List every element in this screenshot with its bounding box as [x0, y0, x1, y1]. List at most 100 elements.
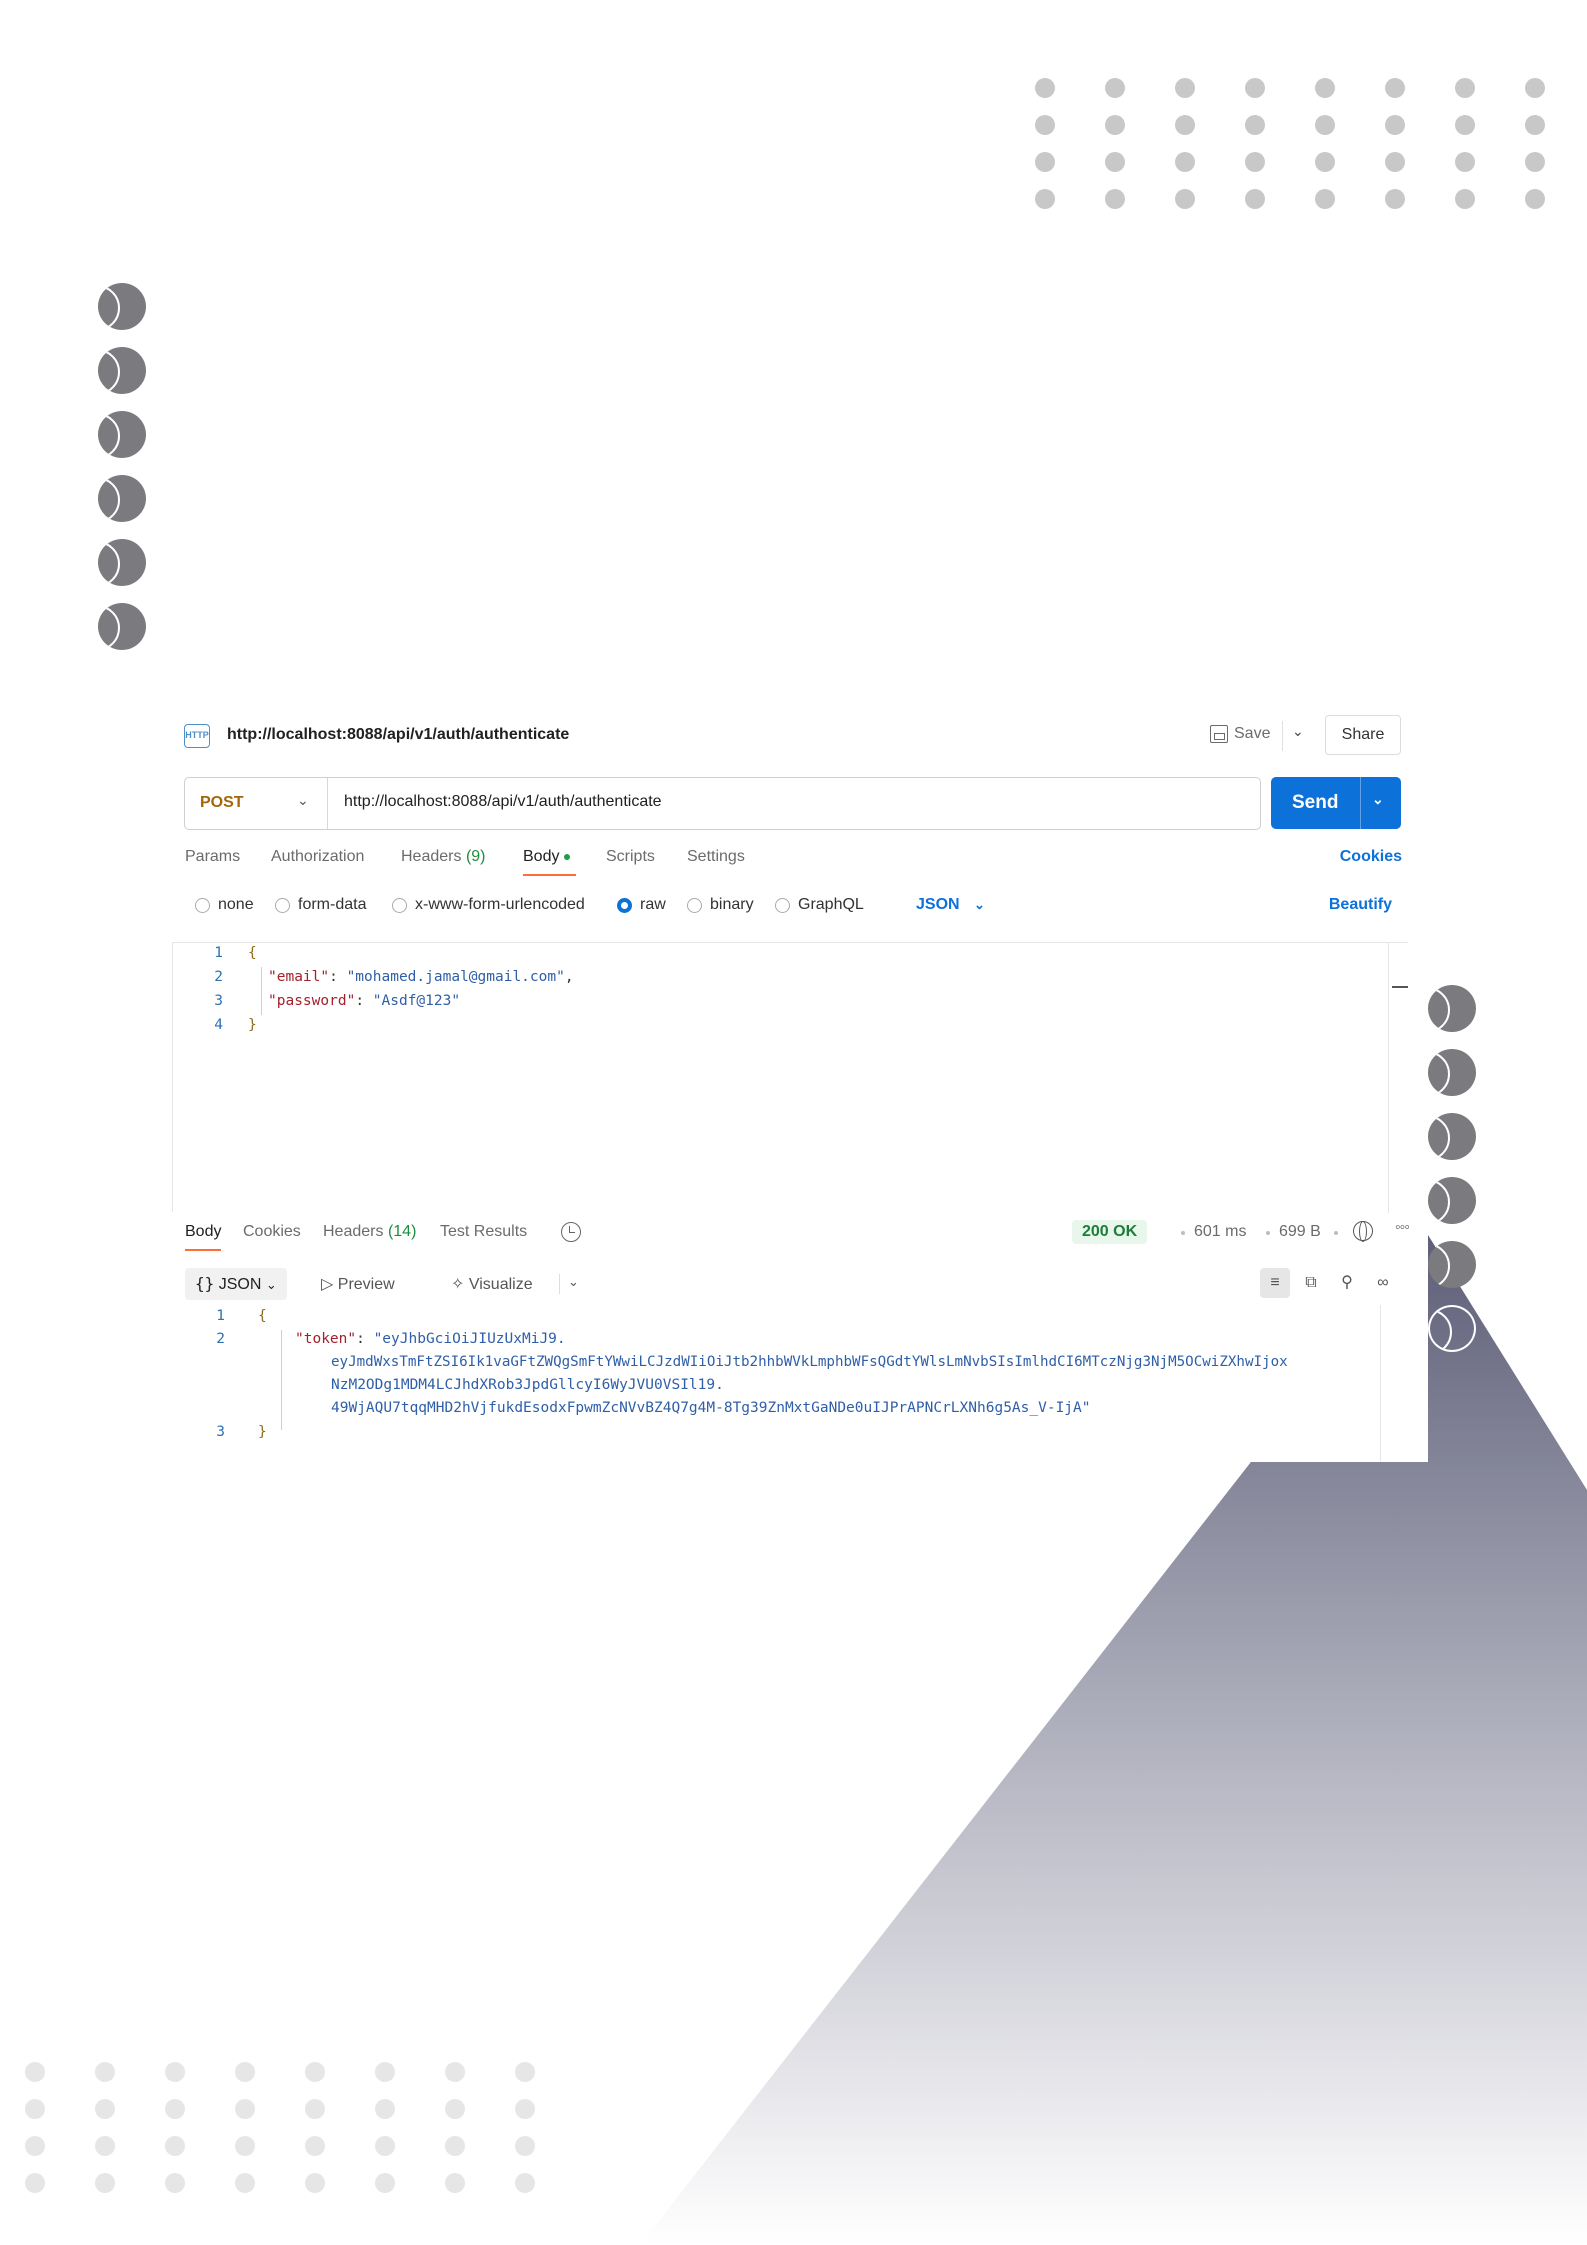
language-select[interactable]: JSON ⌄: [916, 896, 985, 914]
json-value-wrap: eyJmdWxsTmFtZSI6Ik1vaGFtZWQgSmFtYWwiLCJz…: [331, 1354, 1288, 1370]
moon-icon: [1428, 1241, 1476, 1288]
response-time[interactable]: 601 ms: [1194, 1223, 1246, 1241]
response-body-viewer[interactable]: 1 { 2 "token": "eyJhbGciOiJIUzUxMiJ9. ey…: [185, 1308, 1390, 1462]
method-select[interactable]: POST: [200, 794, 244, 812]
request-body-editor[interactable]: 1 { 2 "email": "mohamed.jamal@gmail.com"…: [172, 942, 1408, 1213]
tab-response-headers[interactable]: Headers (14): [323, 1223, 416, 1241]
code-text: }: [258, 1424, 267, 1440]
separator-dot: [1266, 1231, 1270, 1235]
radio-checked-icon: [617, 897, 632, 913]
json-key: "email": [268, 969, 330, 985]
code-line: eyJmdWxsTmFtZSI6Ik1vaGFtZWQgSmFtYWwiLCJz…: [185, 1354, 1390, 1378]
cookies-link[interactable]: Cookies: [1340, 848, 1402, 866]
response-tabs: Body Cookies Headers (14) Test Results 2…: [185, 1219, 1410, 1253]
response-format-select[interactable]: {} JSON ⌄: [185, 1268, 287, 1300]
chevron-down-icon[interactable]: ⌄: [1372, 791, 1384, 808]
code-line: 1 {: [185, 1308, 1390, 1332]
json-key: "token": [295, 1331, 357, 1347]
globe-icon[interactable]: [1353, 1221, 1373, 1242]
json-separator: :: [355, 993, 373, 1009]
json-key: "password": [268, 993, 356, 1009]
play-icon: ▷: [321, 1276, 334, 1293]
preview-button[interactable]: ▷ Preview: [321, 1274, 395, 1294]
tab-params[interactable]: Params: [185, 848, 240, 866]
radio-label: x-www-form-urlencoded: [415, 896, 585, 913]
chevron-down-icon[interactable]: ⌄: [568, 1274, 579, 1290]
beautify-button[interactable]: Beautify: [1329, 896, 1392, 914]
radio-x-www-form-urlencoded[interactable]: x-www-form-urlencoded: [392, 896, 585, 914]
json-value: "mohamed.jamal@gmail.com": [346, 969, 565, 985]
tab-body[interactable]: Body: [523, 848, 578, 876]
tab-headers-label: Headers: [401, 848, 462, 865]
moon-icon: [98, 603, 146, 650]
moon-icon: [1428, 1049, 1476, 1096]
response-toolbar: {} JSON ⌄ ▷ Preview ✧ Visualize ⌄ ≡ ⧉ ⚲ …: [185, 1268, 1404, 1302]
moon-column-right: [1428, 985, 1476, 1352]
tab-settings[interactable]: Settings: [687, 848, 745, 866]
radio-graphql[interactable]: GraphQL: [775, 896, 864, 914]
divider: [1282, 721, 1283, 751]
tab-body-label: Body: [523, 848, 560, 865]
tab-headers[interactable]: Headers (9): [401, 848, 486, 866]
moon-icon: [98, 283, 146, 330]
divider: [559, 1274, 560, 1294]
history-icon[interactable]: [561, 1222, 581, 1242]
radio-form-data[interactable]: form-data: [275, 896, 366, 914]
language-label: JSON: [916, 896, 960, 913]
search-icon[interactable]: ⚲: [1332, 1268, 1362, 1298]
separator-dot: [1181, 1231, 1185, 1235]
share-button[interactable]: Share: [1325, 715, 1401, 755]
chevron-down-icon[interactable]: ⌄: [297, 792, 309, 809]
line-number: 1: [214, 945, 223, 961]
radio-raw[interactable]: raw: [617, 896, 666, 914]
code-text: {: [248, 945, 257, 961]
visualize-icon: ✧: [451, 1276, 465, 1293]
more-options-icon[interactable]: ◦◦◦: [1395, 1219, 1410, 1237]
tab-response-body[interactable]: Body: [185, 1223, 222, 1251]
chevron-down-icon[interactable]: ⌄: [1292, 723, 1304, 740]
copy-icon[interactable]: ⧉: [1296, 1268, 1326, 1298]
json-value: "Asdf@123": [372, 993, 461, 1009]
radio-icon: [687, 897, 702, 913]
send-button[interactable]: Send ⌄: [1271, 777, 1401, 829]
radio-binary[interactable]: binary: [687, 896, 754, 914]
json-value-wrap: 49WjAQU7tqqMHD2hVjfukdEsodxFpwmZcNVvBZ4Q…: [331, 1400, 1091, 1416]
dot-grid-top: [1035, 78, 1545, 209]
tab-test-results[interactable]: Test Results: [440, 1223, 527, 1241]
url-input[interactable]: [344, 793, 1224, 811]
wrap-lines-icon[interactable]: ≡: [1260, 1268, 1290, 1298]
response-size[interactable]: 699 B: [1279, 1223, 1321, 1241]
moon-icon: [98, 539, 146, 586]
chevron-down-icon: ⌄: [974, 897, 985, 912]
json-value-wrap: NzM2ODg1MDM4LCJhdXRob3JpdGllcyI6WyJVU0VS…: [331, 1377, 724, 1393]
request-tab-title[interactable]: http://localhost:8088/api/v1/auth/authen…: [227, 726, 569, 744]
save-button[interactable]: Save: [1210, 725, 1270, 743]
radio-icon: [775, 897, 790, 913]
tab-authorization[interactable]: Authorization: [271, 848, 364, 866]
editor-scrollbar[interactable]: [1388, 943, 1408, 1213]
tab-scripts[interactable]: Scripts: [606, 848, 655, 866]
braces-icon: {}: [195, 1274, 215, 1293]
radio-label: form-data: [298, 896, 367, 913]
radio-none[interactable]: none: [195, 896, 254, 914]
radio-icon: [392, 897, 407, 913]
radio-label: none: [218, 896, 254, 913]
send-label: Send: [1292, 792, 1339, 813]
moon-icon: [98, 411, 146, 458]
moon-icon: [1428, 985, 1476, 1032]
json-value: "eyJhbGciOiJIUzUxMiJ9.: [373, 1331, 566, 1347]
radio-label: raw: [640, 896, 666, 913]
tab-response-cookies[interactable]: Cookies: [243, 1223, 301, 1241]
separator-dot: [1334, 1231, 1338, 1235]
dot-grid-bottom: [25, 2062, 535, 2193]
visualize-button[interactable]: ✧ Visualize: [451, 1274, 533, 1294]
line-number: 2: [216, 1331, 225, 1347]
response-scrollbar[interactable]: [1380, 1305, 1400, 1462]
code-line: 1 {: [173, 945, 1408, 969]
link-icon[interactable]: ∞: [1368, 1268, 1398, 1298]
chevron-down-icon: ⌄: [265, 1277, 277, 1292]
radio-icon: [195, 897, 210, 913]
json-comma: ,: [564, 969, 574, 985]
moon-icon: [1428, 1113, 1476, 1160]
request-tabs: Params Authorization Headers (9) Body Sc…: [185, 848, 1402, 880]
